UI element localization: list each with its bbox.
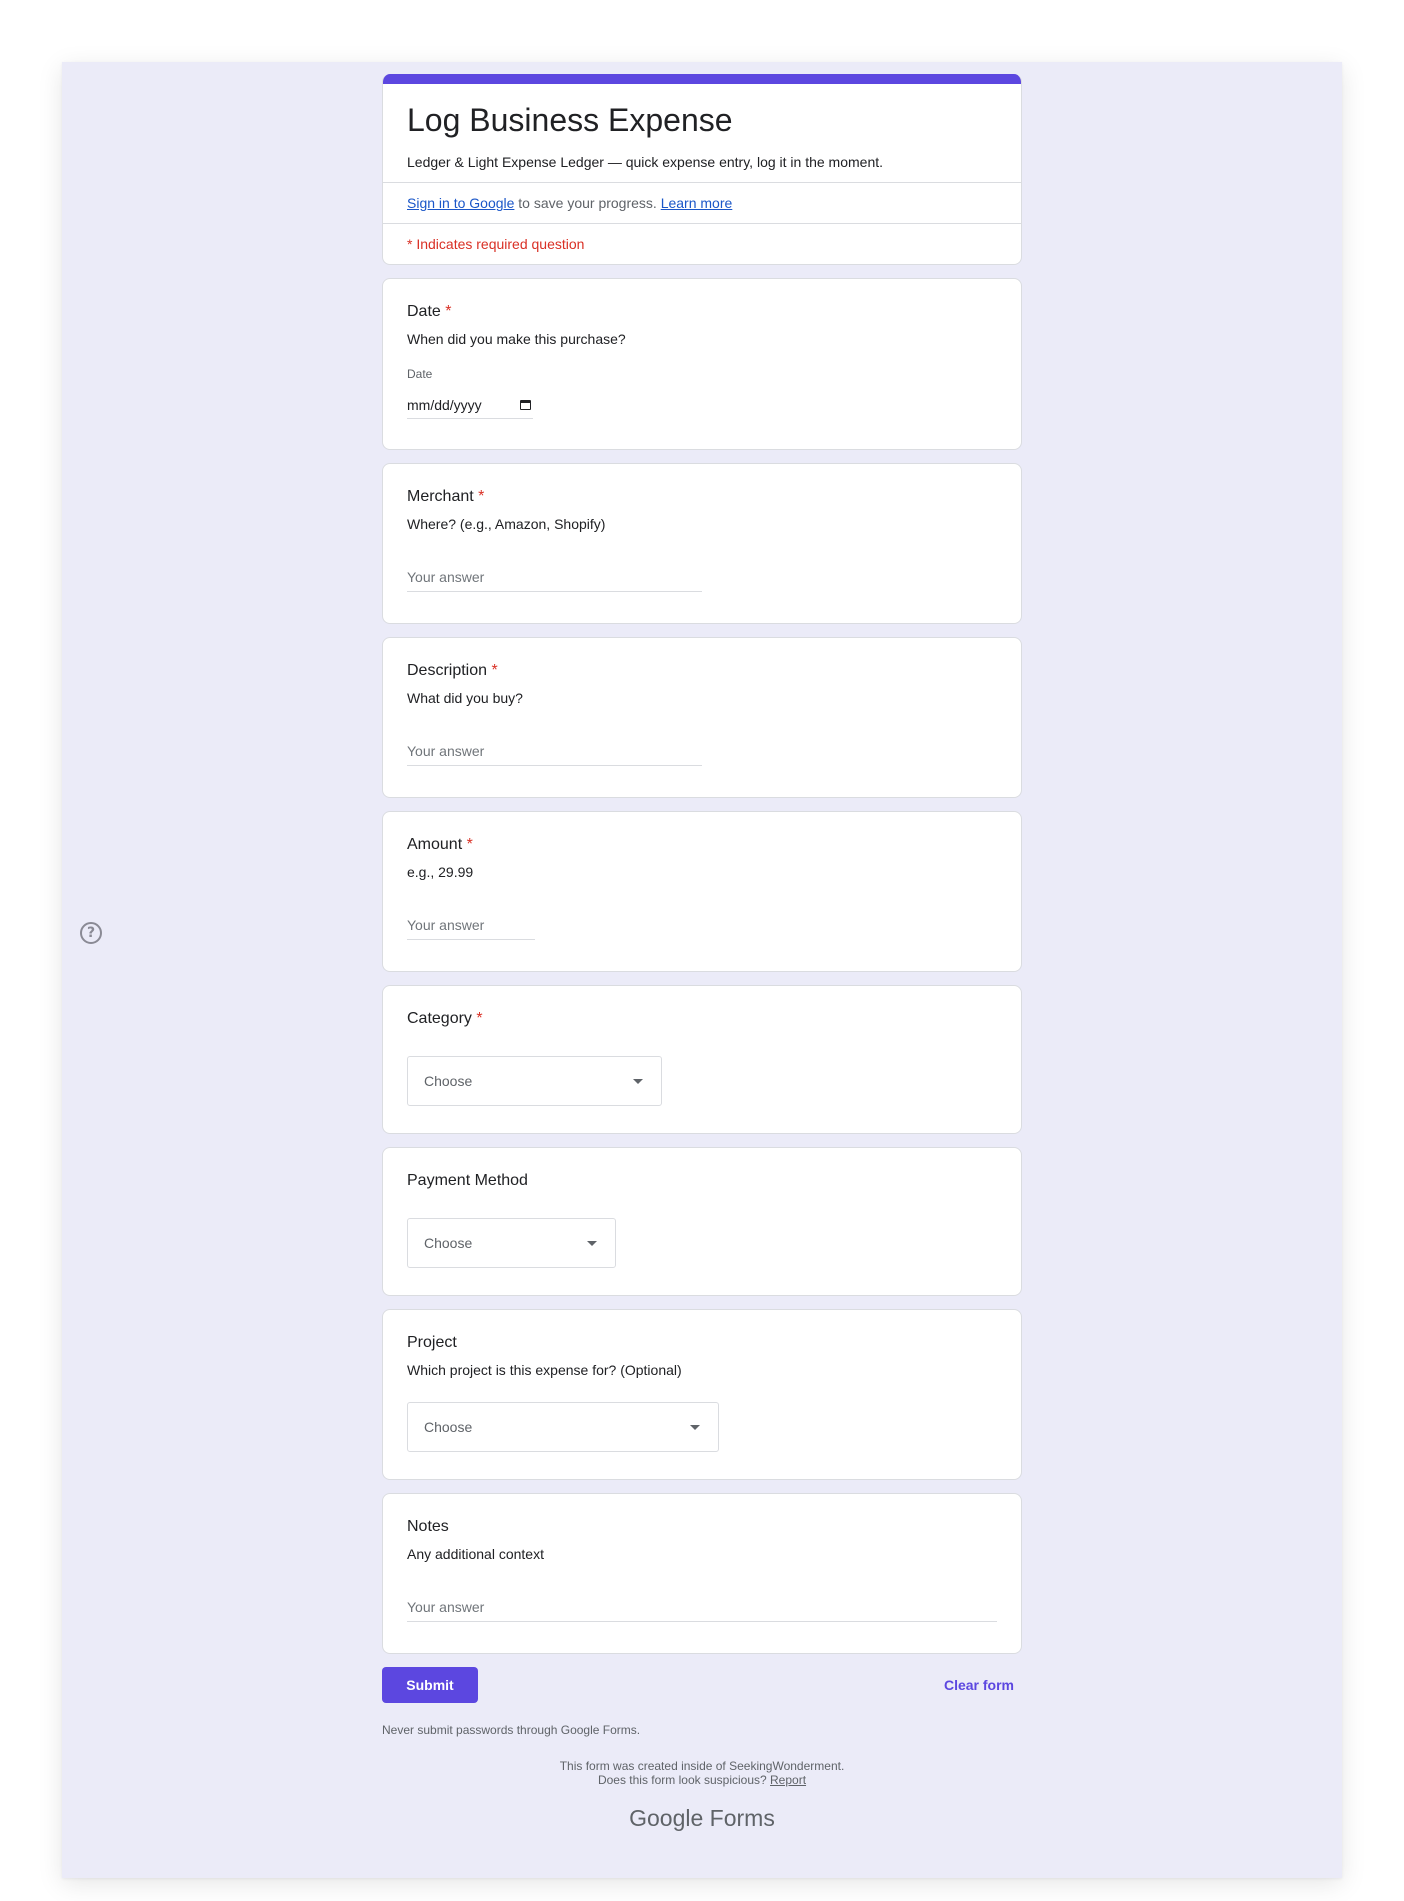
required-note: * Indicates required question	[407, 236, 585, 252]
chevron-down-icon	[690, 1424, 700, 1430]
password-warning: Never submit passwords through Google Fo…	[382, 1723, 641, 1737]
signin-text: to save your progress.	[514, 195, 661, 211]
question-project: Project Which project is this expense fo…	[382, 1309, 1022, 1480]
required-star: *	[445, 303, 452, 320]
merchant-input[interactable]: Your answer	[407, 562, 702, 592]
report-link[interactable]: Report	[770, 1773, 806, 1787]
project-select[interactable]: Choose	[407, 1402, 719, 1452]
question-title: Amount *	[407, 836, 473, 853]
learn-more-link[interactable]: Learn more	[661, 195, 733, 211]
select-value: Choose	[424, 1073, 473, 1089]
question-category: Category * Choose	[382, 985, 1022, 1134]
form-column: Log Business Expense Ledger & Light Expe…	[382, 74, 1022, 1832]
forms-wordmark: Forms	[703, 1805, 775, 1831]
question-title: Payment Method	[407, 1172, 528, 1189]
description-input[interactable]: Your answer	[407, 736, 702, 766]
form-header-card: Log Business Expense Ledger & Light Expe…	[382, 74, 1022, 265]
question-title: Category *	[407, 1010, 483, 1027]
signin-link[interactable]: Sign in to Google	[407, 195, 514, 211]
question-payment-method: Payment Method Choose	[382, 1147, 1022, 1296]
calendar-icon[interactable]	[520, 399, 531, 410]
submit-button[interactable]: Submit	[382, 1667, 478, 1703]
question-date: Date * When did you make this purchase? …	[382, 278, 1022, 450]
google-wordmark: Google	[629, 1805, 704, 1831]
chevron-down-icon	[633, 1078, 643, 1084]
question-notes: Notes Any additional context Your answer	[382, 1493, 1022, 1654]
question-help: e.g., 29.99	[407, 864, 474, 880]
clear-form-button[interactable]: Clear form	[944, 1677, 1014, 1693]
question-description: Description * What did you buy? Your ans…	[382, 637, 1022, 798]
form-description: Ledger & Light Expense Ledger — quick ex…	[407, 154, 884, 170]
required-star: *	[476, 1010, 483, 1027]
accent-bar	[383, 74, 1021, 84]
question-help: Any additional context	[407, 1546, 544, 1562]
required-star: *	[478, 488, 485, 505]
question-title: Date *	[407, 303, 452, 320]
google-forms-logo[interactable]: Google Forms	[382, 1805, 1022, 1832]
notes-input[interactable]: Your answer	[407, 1592, 997, 1622]
chevron-down-icon	[587, 1240, 597, 1246]
signin-row: Sign in to Google to save your progress.…	[383, 183, 1021, 224]
date-placeholder: mm/dd/yyyy	[407, 396, 482, 413]
question-help: What did you buy?	[407, 690, 523, 706]
question-title: Description *	[407, 662, 498, 679]
date-input[interactable]: mm/dd/yyyy	[407, 391, 533, 419]
question-help: When did you make this purchase?	[407, 331, 626, 347]
category-select[interactable]: Choose	[407, 1056, 662, 1106]
help-circle-icon[interactable]: ?	[80, 922, 102, 944]
question-amount: Amount * e.g., 29.99 Your answer	[382, 811, 1022, 972]
question-title: Project	[407, 1334, 457, 1351]
form-title: Log Business Expense	[407, 102, 733, 138]
select-value: Choose	[424, 1235, 473, 1251]
required-star: *	[466, 836, 473, 853]
required-star: *	[491, 662, 498, 679]
created-line: This form was created inside of SeekingW…	[559, 1759, 845, 1773]
date-sub-label: Date	[407, 367, 433, 381]
payment-method-select[interactable]: Choose	[407, 1218, 616, 1268]
amount-input[interactable]: Your answer	[407, 910, 535, 940]
form-actions: Submit Clear form	[382, 1667, 1022, 1703]
question-merchant: Merchant * Where? (e.g., Amazon, Shopify…	[382, 463, 1022, 624]
suspicious-line: Does this form look suspicious? Report	[597, 1773, 807, 1787]
question-title: Notes	[407, 1518, 449, 1535]
created-note: This form was created inside of SeekingW…	[382, 1759, 1022, 1787]
question-title: Merchant *	[407, 488, 485, 505]
question-help: Where? (e.g., Amazon, Shopify)	[407, 516, 606, 532]
select-value: Choose	[424, 1419, 473, 1435]
question-help: Which project is this expense for? (Opti…	[407, 1362, 682, 1378]
